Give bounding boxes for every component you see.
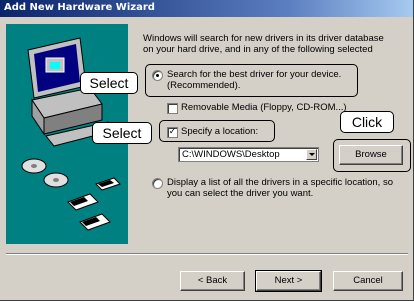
separator bbox=[6, 253, 408, 255]
title-bar[interactable]: Add New Hardware Wizard bbox=[0, 0, 413, 17]
intro-line-2: on your hard drive, and in any of the fo… bbox=[143, 44, 373, 55]
display-list-label-1[interactable]: Display a list of all the drivers in a s… bbox=[167, 177, 393, 188]
back-button-label: < Back bbox=[197, 275, 228, 286]
callout-click-browse: Click bbox=[340, 111, 394, 133]
location-combo[interactable]: C:\WINDOWS\Desktop bbox=[178, 147, 319, 162]
specify-location-highlight bbox=[159, 120, 275, 142]
chevron-down-icon[interactable] bbox=[306, 149, 317, 160]
back-button[interactable]: < Back bbox=[180, 271, 245, 291]
display-list-label-2: you can select the driver you want. bbox=[167, 188, 314, 199]
location-combo-value: C:\WINDOWS\Desktop bbox=[182, 149, 280, 160]
cancel-button[interactable]: Cancel bbox=[333, 271, 403, 291]
callout-select-location: Select bbox=[92, 122, 152, 144]
cancel-button-label: Cancel bbox=[353, 275, 383, 286]
window-title: Add New Hardware Wizard bbox=[4, 2, 155, 13]
removable-media-checkbox[interactable] bbox=[167, 103, 178, 114]
next-button-label: Next > bbox=[274, 275, 303, 286]
wizard-window: Add New Hardware Wizard Windows will sea… bbox=[0, 0, 414, 301]
next-button[interactable]: Next > bbox=[255, 270, 322, 292]
display-list-radio[interactable] bbox=[152, 178, 163, 189]
removable-media-label[interactable]: Removable Media (Floppy, CD-ROM...) bbox=[181, 102, 347, 113]
browse-highlight bbox=[333, 139, 411, 172]
intro-line-1: Windows will search for new drivers in i… bbox=[143, 33, 384, 44]
search-option-highlight bbox=[145, 64, 358, 97]
callout-select-search: Select bbox=[80, 72, 138, 94]
